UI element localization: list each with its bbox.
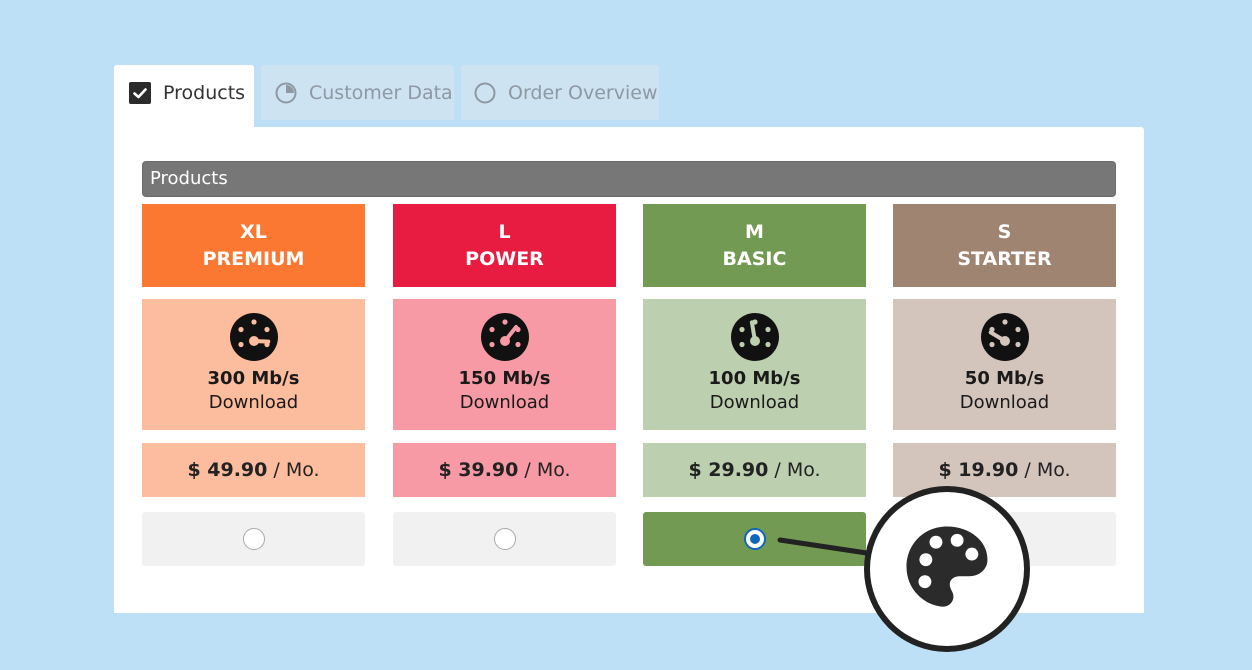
product-speed-box: 150 Mb/s Download xyxy=(393,299,616,430)
product-speed-box: 100 Mb/s Download xyxy=(643,299,866,430)
product-size: L xyxy=(498,220,511,243)
tab-label: Order Overview xyxy=(508,81,658,104)
download-speed: 150 Mb/s xyxy=(458,368,551,389)
price-amount: $ 19.90 xyxy=(938,459,1019,481)
select-plan-l[interactable] xyxy=(393,512,616,566)
speedometer-icon xyxy=(730,313,779,361)
pie-progress-icon xyxy=(275,82,297,104)
download-label: Download xyxy=(208,392,299,413)
circle-icon xyxy=(474,82,496,104)
product-speed-box: 50 Mb/s Download xyxy=(893,299,1116,430)
price-amount: $ 39.90 xyxy=(438,459,519,481)
tab-customer-data[interactable]: Customer Data xyxy=(261,65,454,120)
radio-button[interactable] xyxy=(743,528,766,550)
product-name: POWER xyxy=(465,247,544,270)
speedometer-icon xyxy=(980,313,1029,361)
speedometer-icon xyxy=(480,313,529,361)
download-speed: 50 Mb/s xyxy=(964,368,1045,389)
price-period: / Mo. xyxy=(1024,459,1071,481)
tab-products[interactable]: Products xyxy=(114,65,254,127)
palette-icon xyxy=(901,521,993,617)
speedometer-icon xyxy=(229,313,278,361)
product-size: XL xyxy=(240,220,267,243)
download-speed: 300 Mb/s xyxy=(207,368,300,389)
product-header: S STARTER xyxy=(893,204,1116,287)
radio-button[interactable] xyxy=(242,528,265,550)
product-name: BASIC xyxy=(722,247,787,270)
product-column-m: M BASIC 100 Mb/s Download $ 29.90 / Mo. xyxy=(643,204,866,566)
download-label: Download xyxy=(709,392,800,413)
product-column-xl: XL PREMIUM 300 Mb/s Download $ 49.90 / M… xyxy=(142,204,365,566)
section-title: Products xyxy=(142,161,1116,197)
palette-badge xyxy=(864,486,1030,652)
product-name: PREMIUM xyxy=(202,247,305,270)
tab-order-overview[interactable]: Order Overview xyxy=(461,65,659,120)
download-label: Download xyxy=(959,392,1050,413)
product-size: M xyxy=(745,220,764,243)
download-label: Download xyxy=(459,392,550,413)
price-box: $ 39.90 / Mo. xyxy=(393,443,616,497)
price-box: $ 29.90 / Mo. xyxy=(643,443,866,497)
product-column-l: L POWER 150 Mb/s Download $ 39.90 / Mo. xyxy=(393,204,616,566)
select-plan-xl[interactable] xyxy=(142,512,365,566)
product-speed-box: 300 Mb/s Download xyxy=(142,299,365,430)
price-box: $ 49.90 / Mo. xyxy=(142,443,365,497)
tab-label: Customer Data xyxy=(309,81,453,104)
product-header: M BASIC xyxy=(643,204,866,287)
tab-label: Products xyxy=(163,82,246,104)
price-period: / Mo. xyxy=(524,459,571,481)
product-name: STARTER xyxy=(957,247,1052,270)
download-speed: 100 Mb/s xyxy=(708,368,801,389)
product-header: L POWER xyxy=(393,204,616,287)
checkbox-checked-icon xyxy=(129,82,151,104)
price-amount: $ 49.90 xyxy=(187,459,268,481)
product-header: XL PREMIUM xyxy=(142,204,365,287)
price-period: / Mo. xyxy=(774,459,821,481)
select-plan-m[interactable] xyxy=(643,512,866,566)
price-period: / Mo. xyxy=(273,459,320,481)
radio-button[interactable] xyxy=(493,528,516,550)
price-amount: $ 29.90 xyxy=(688,459,769,481)
product-size: S xyxy=(997,220,1012,243)
